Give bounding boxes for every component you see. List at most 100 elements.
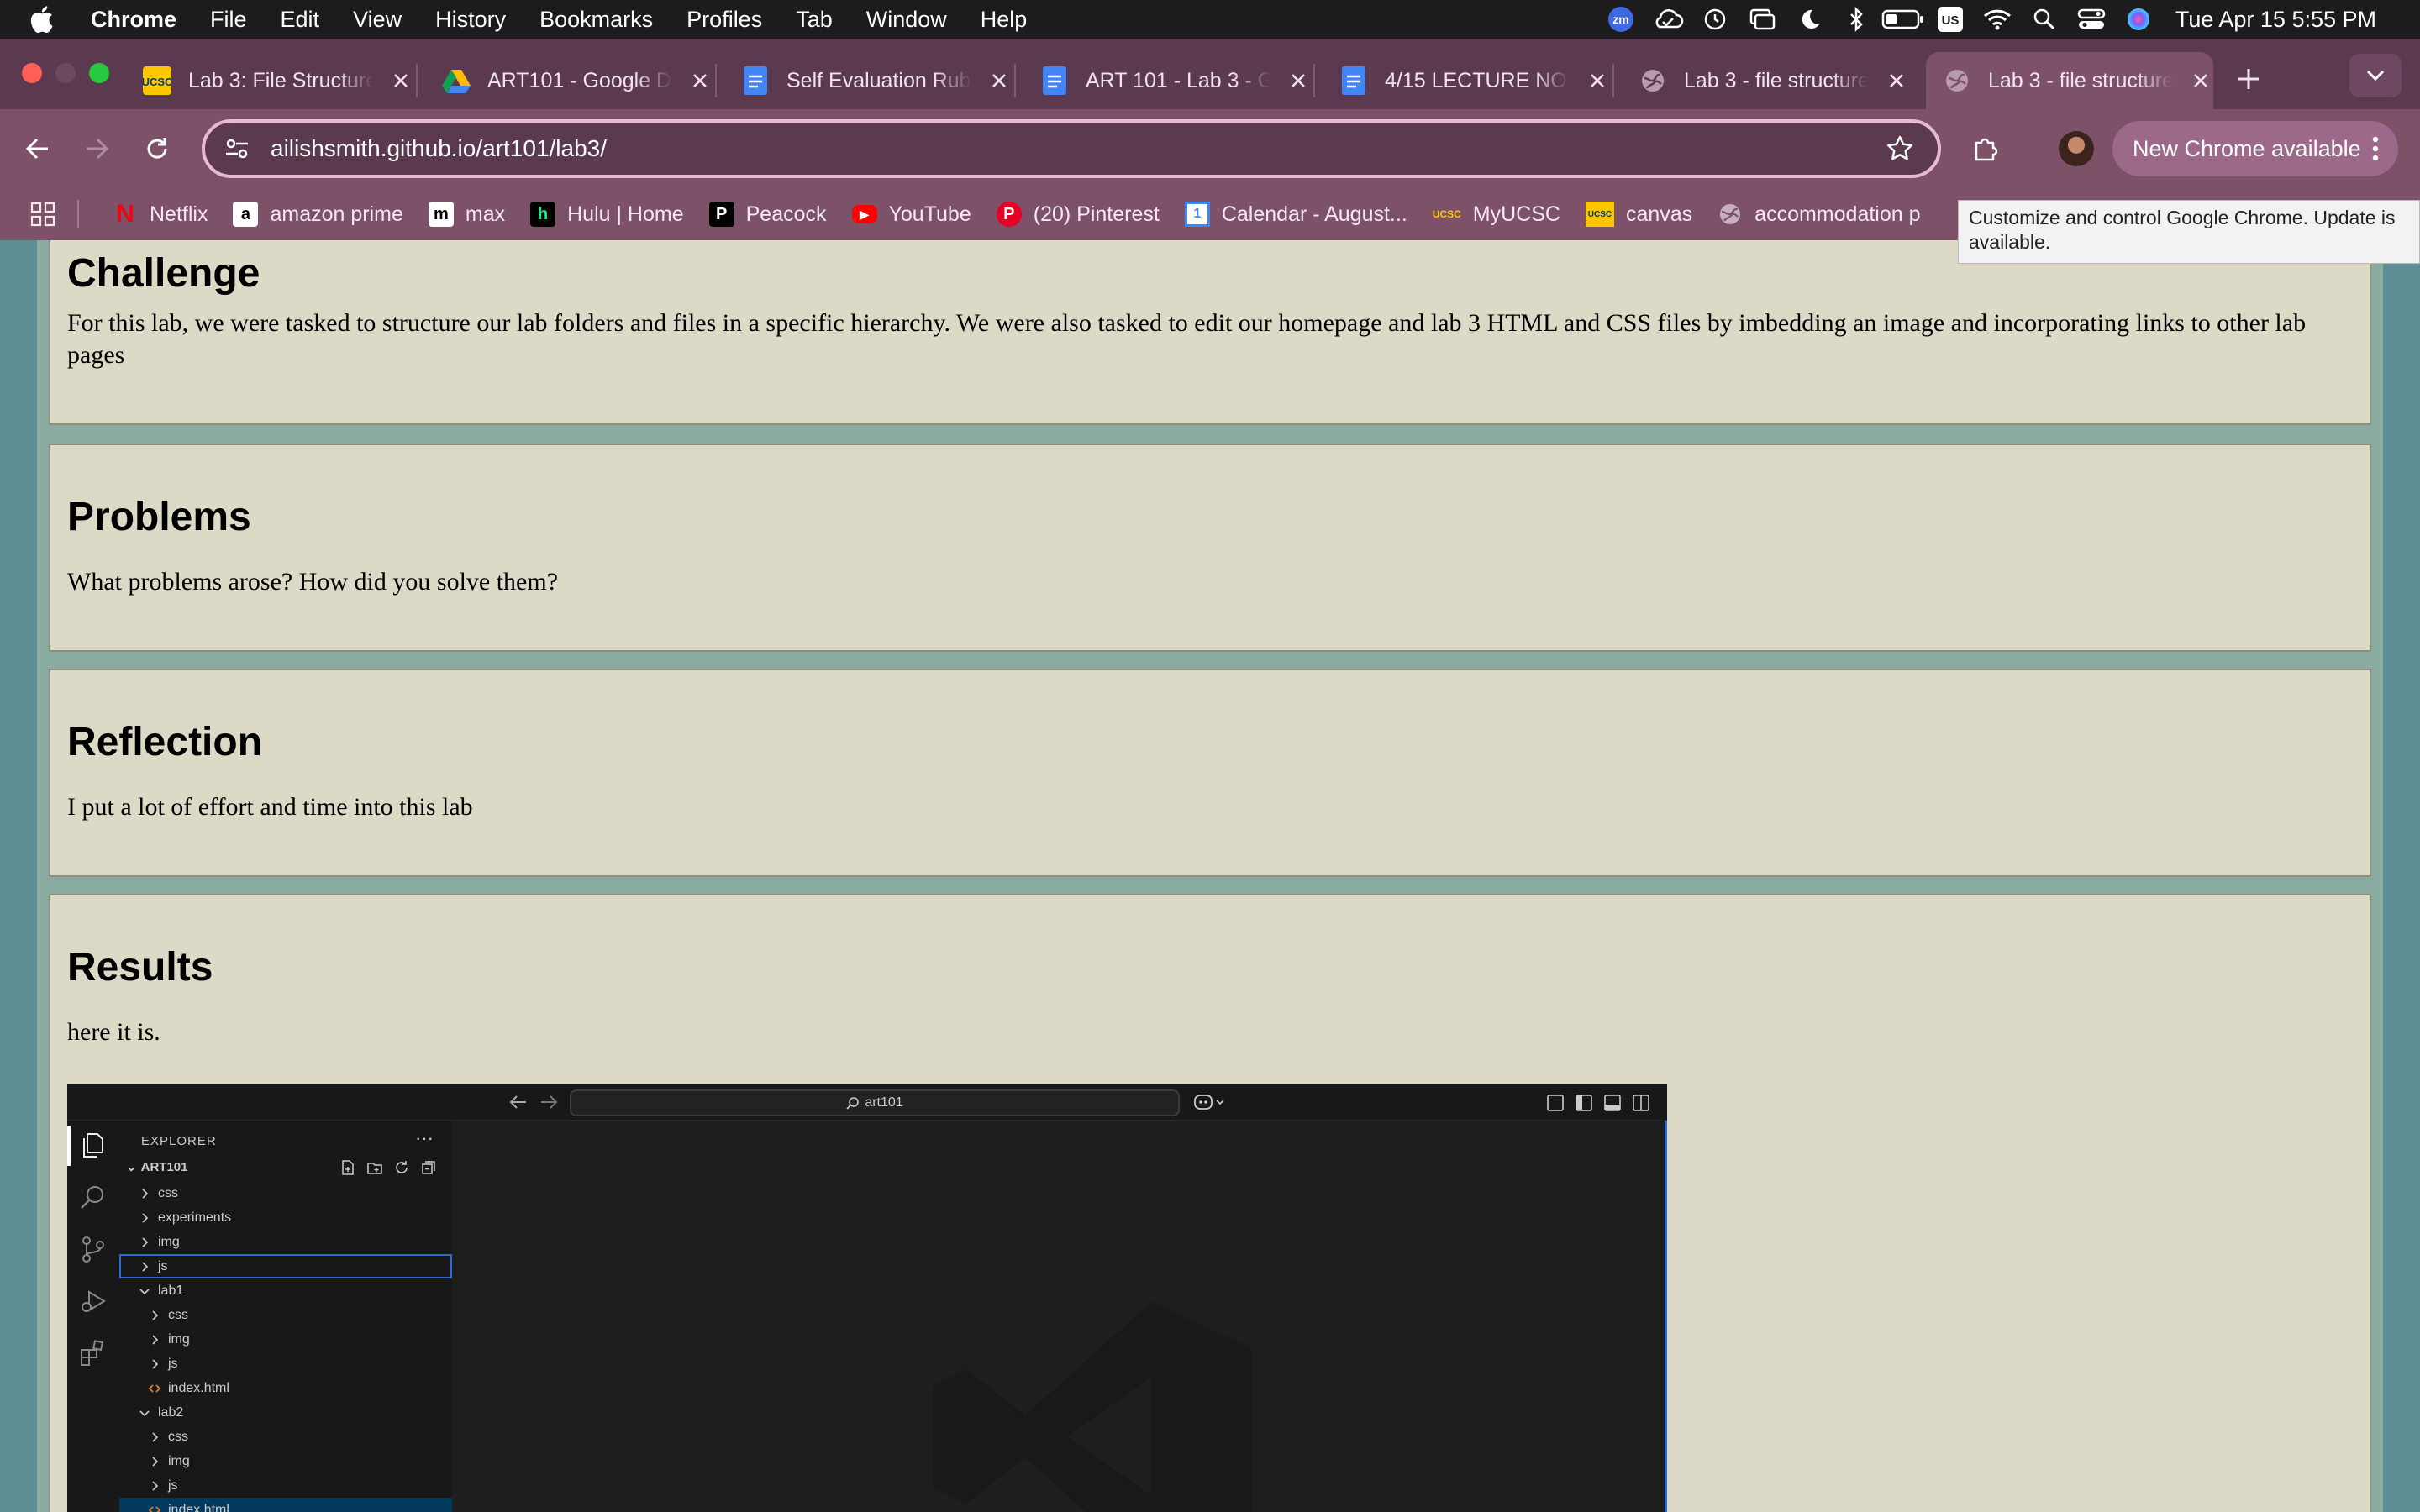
screen-mirroring-icon[interactable] [1739,0,1786,39]
chevron-down-icon [2366,70,2385,81]
menu-tab[interactable]: Tab [796,7,833,33]
bookmark-pinterest[interactable]: P (20) Pinterest [996,202,1160,227]
menu-bookmarks[interactable]: Bookmarks [539,7,653,33]
wifi-icon[interactable] [1974,0,2021,39]
bookmark-calendar[interactable]: 1 Calendar - August... [1184,202,1407,227]
pinterest-icon: P [996,202,1022,227]
active-indicator [67,1126,71,1166]
spotlight-icon[interactable] [2021,0,2068,39]
cloud-sync-icon[interactable] [1644,0,1691,39]
section-heading: Results [67,945,213,990]
tab-lab3-file-structure-active[interactable]: Lab 3 - file structure [1926,52,2213,109]
new-file-icon [339,1159,356,1176]
tree-item-label: lab1 [158,1283,184,1298]
moon-icon[interactable] [1786,0,1833,39]
url-text[interactable]: ailishsmith.github.io/art101/lab3/ [271,135,607,162]
arrow-left-icon [509,1095,526,1109]
zoom-window-button[interactable] [89,63,109,83]
tab-search-button[interactable] [2349,54,2402,97]
new-chrome-available-button[interactable]: New Chrome available [2112,121,2398,176]
tree-folder: js [119,1473,452,1498]
update-tooltip: Customize and control Google Chrome. Upd… [1958,200,2420,264]
bluetooth-icon[interactable] [1833,0,1880,39]
bookmark-accommodation[interactable]: accommodation p [1718,202,1921,227]
vscode-explorer: EXPLORER ··· ⌄ ART101 css experiments img j… [119,1121,452,1512]
menu-profiles[interactable]: Profiles [687,7,762,33]
copilot-icon [1194,1095,1224,1110]
html-file-icon [148,1505,161,1512]
bookmark-hulu[interactable]: h Hulu | Home [530,202,684,227]
menu-app-name[interactable]: Chrome [91,7,176,33]
menu-view[interactable]: View [353,7,402,33]
tab-self-evaluation-rubric[interactable]: Self Evaluation Rubric [713,52,1012,109]
bookmark-amazon-prime[interactable]: a amazon prime [233,202,403,227]
tab-lab3-file-structure-2[interactable]: Lab 3 - file structure [1610,52,1909,109]
forward-button[interactable] [76,128,118,170]
close-window-button[interactable] [22,63,42,83]
close-icon[interactable] [388,68,413,93]
apps-grid-icon[interactable] [30,201,57,228]
tree-file: index.html [119,1498,452,1512]
menu-file[interactable]: File [210,7,247,33]
close-icon[interactable] [986,68,1012,93]
max-icon: m [428,202,454,227]
canvas-icon: UCSC [1585,202,1614,227]
tree-folder: img [119,1230,452,1254]
site-info-icon[interactable] [220,132,254,165]
bookmark-netflix[interactable]: N Netflix [113,200,208,228]
layout-controls-icon [1547,1095,1649,1111]
profile-avatar[interactable] [2059,131,2094,166]
tab-art101-google-drive[interactable]: ART101 - Google Drive [413,52,713,109]
chevron-right-icon [152,1431,159,1442]
tab-strip: UCSC Lab 3: File Structure ART101 - Goog… [0,39,2420,109]
input-source-icon[interactable]: US [1927,0,1974,39]
tab-art101-lab3-docs[interactable]: ART 101 - Lab 3 - Google Docs [1012,52,1311,109]
close-icon[interactable] [1585,68,1610,93]
google-docs-icon [1339,66,1368,95]
back-button[interactable] [17,128,59,170]
menu-help[interactable]: Help [981,7,1028,33]
apple-icon[interactable] [29,0,62,39]
menu-edit[interactable]: Edit [281,7,320,33]
zoom-label: zm [1612,13,1628,26]
minimize-window-button[interactable] [55,63,76,83]
tab-lecture-notes[interactable]: 4/15 LECTURE NOTES [1311,52,1610,109]
battery-icon[interactable] [1880,0,1927,39]
new-tab-button[interactable] [2232,62,2265,96]
siri-icon[interactable] [2115,0,2162,39]
time-machine-icon[interactable] [1691,0,1739,39]
menu-window[interactable]: Window [866,7,947,33]
tab-title: Lab 3 - file structure [1988,68,2173,92]
ucsc-icon: UCSC [1432,208,1461,220]
chevron-right-icon [142,1212,149,1223]
close-icon[interactable] [1286,68,1311,93]
bookmark-youtube[interactable]: ▶ YouTube [851,202,971,227]
section-reflection: Reflection I put a lot of effort and tim… [49,669,2371,877]
extensions-button[interactable] [1965,128,2007,170]
tab-lab3-file-structure[interactable]: UCSC Lab 3: File Structure [114,52,413,109]
bookmark-myucsc[interactable]: UCSC MyUCSC [1433,202,1560,227]
close-icon[interactable] [687,68,713,93]
status-area: zm US Tue Apr 15 5:55 PM [1597,0,2420,39]
address-bar[interactable]: ailishsmith.github.io/art101/lab3/ [202,119,1941,178]
chevron-right-icon [152,1334,159,1345]
tree-item-label: lab2 [158,1404,184,1420]
menu-clock[interactable]: Tue Apr 15 5:55 PM [2175,7,2376,33]
bookmark-star-icon[interactable] [1886,134,1914,163]
results-screenshot-image: art101 EXPLORER ··· ⌄ ART101 css experim… [67,1084,1667,1512]
vscode-title-bar: art101 [67,1084,1667,1121]
explorer-root-label: ART101 [140,1160,188,1174]
close-icon[interactable] [1884,68,1909,93]
bookmark-peacock[interactable]: P Peacock [708,202,827,227]
section-challenge: Challenge For this lab, we were tasked t… [49,240,2371,425]
menu-history[interactable]: History [435,7,506,33]
bookmark-canvas[interactable]: UCSC canvas [1585,202,1692,227]
reload-button[interactable] [136,128,178,170]
control-center-icon[interactable] [2068,0,2115,39]
zoom-icon[interactable]: zm [1597,0,1644,39]
youtube-icon: ▶ [851,205,877,223]
bookmark-label: Hulu | Home [567,202,684,226]
chevron-right-icon [152,1358,159,1369]
bookmark-max[interactable]: m max [428,202,505,227]
close-icon[interactable] [2188,68,2213,93]
